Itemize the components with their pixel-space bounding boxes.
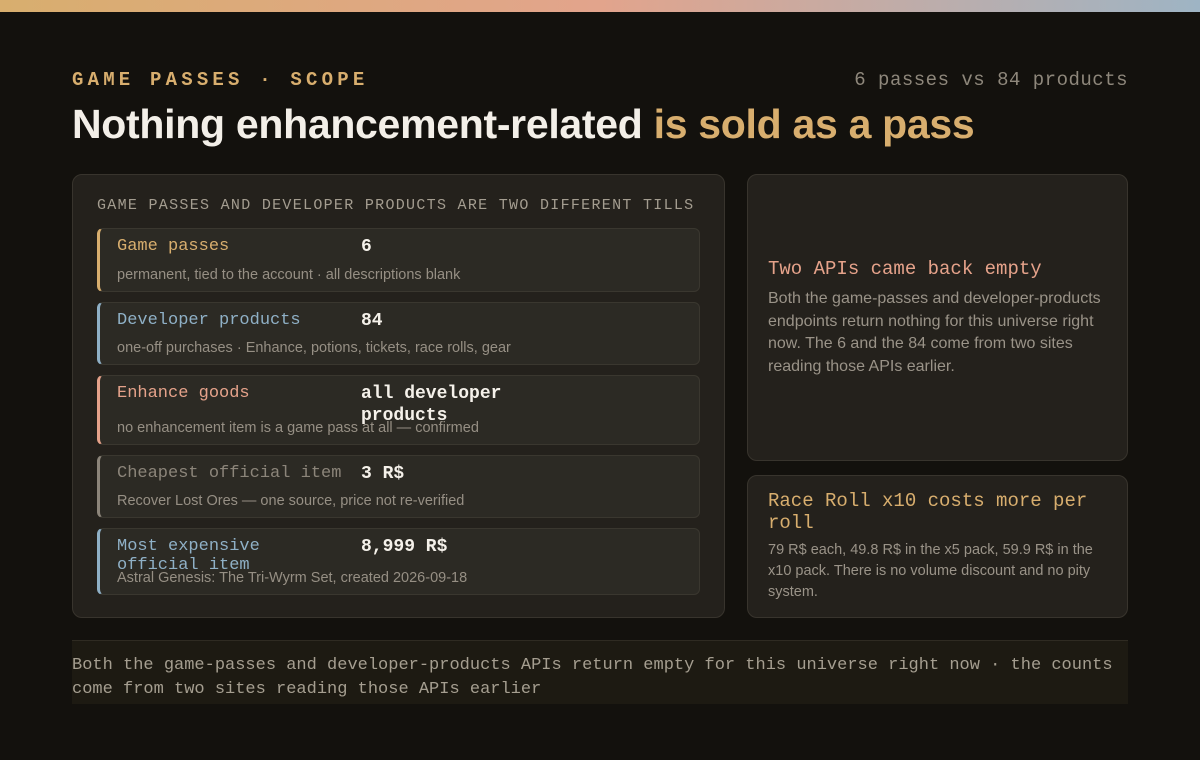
row-desc: one-off purchases · Enhance, potions, ti… [117,340,511,356]
row-name: Game passes [117,237,230,256]
row-value: 84 [361,311,383,331]
row-most-expensive-item: Most expensive official item 8,999 R$ As… [97,528,700,595]
top-accent-bar [0,0,1200,12]
row-desc: Recover Lost Ores — one source, price no… [117,493,465,509]
pass-product-count: 6 passes vs 84 products [854,69,1128,91]
race-roll-card: Race Roll x10 costs more per roll 79 R$ … [747,475,1128,618]
section-eyebrow: GAME PASSES · SCOPE [72,69,369,91]
row-value: 3 R$ [361,464,405,484]
panel-label: GAME PASSES AND DEVELOPER PRODUCTS ARE T… [97,197,695,214]
row-desc: permanent, tied to the account · all des… [117,267,461,283]
row-developer-products: Developer products 84 one-off purchases … [97,302,700,365]
page-title: Nothing enhancement-related is sold as a… [72,101,975,148]
row-value: 6 [361,237,372,257]
row-enhance-goods: Enhance goods all developer products no … [97,375,700,445]
card-title: Two APIs came back empty [768,258,1042,280]
card-body: Both the game-passes and developer-produ… [768,290,1101,375]
row-name: Developer products [117,311,301,330]
title-accent: is sold as a pass [653,101,975,147]
tills-panel: GAME PASSES AND DEVELOPER PRODUCTS ARE T… [72,174,725,618]
row-value: 8,999 R$ [361,537,448,557]
row-name: Cheapest official item [117,464,342,483]
row-desc: Astral Genesis: The Tri-Wyrm Set, create… [117,570,468,586]
row-desc: no enhancement item is a game pass at al… [117,420,479,436]
card-title: Race Roll x10 costs more per roll [768,490,1088,534]
empty-apis-card: Two APIs came back empty Both the game-p… [747,174,1128,461]
card-body: 79 R$ each, 49.8 R$ in the x5 pack, 59.9… [768,542,1093,600]
row-game-passes: Game passes 6 permanent, tied to the acc… [97,228,700,292]
title-main: Nothing enhancement-related [72,101,654,147]
row-cheapest-item: Cheapest official item 3 R$ Recover Lost… [97,455,700,518]
footer-note: Both the game-passes and developer-produ… [72,640,1128,704]
row-name: Enhance goods [117,384,250,403]
